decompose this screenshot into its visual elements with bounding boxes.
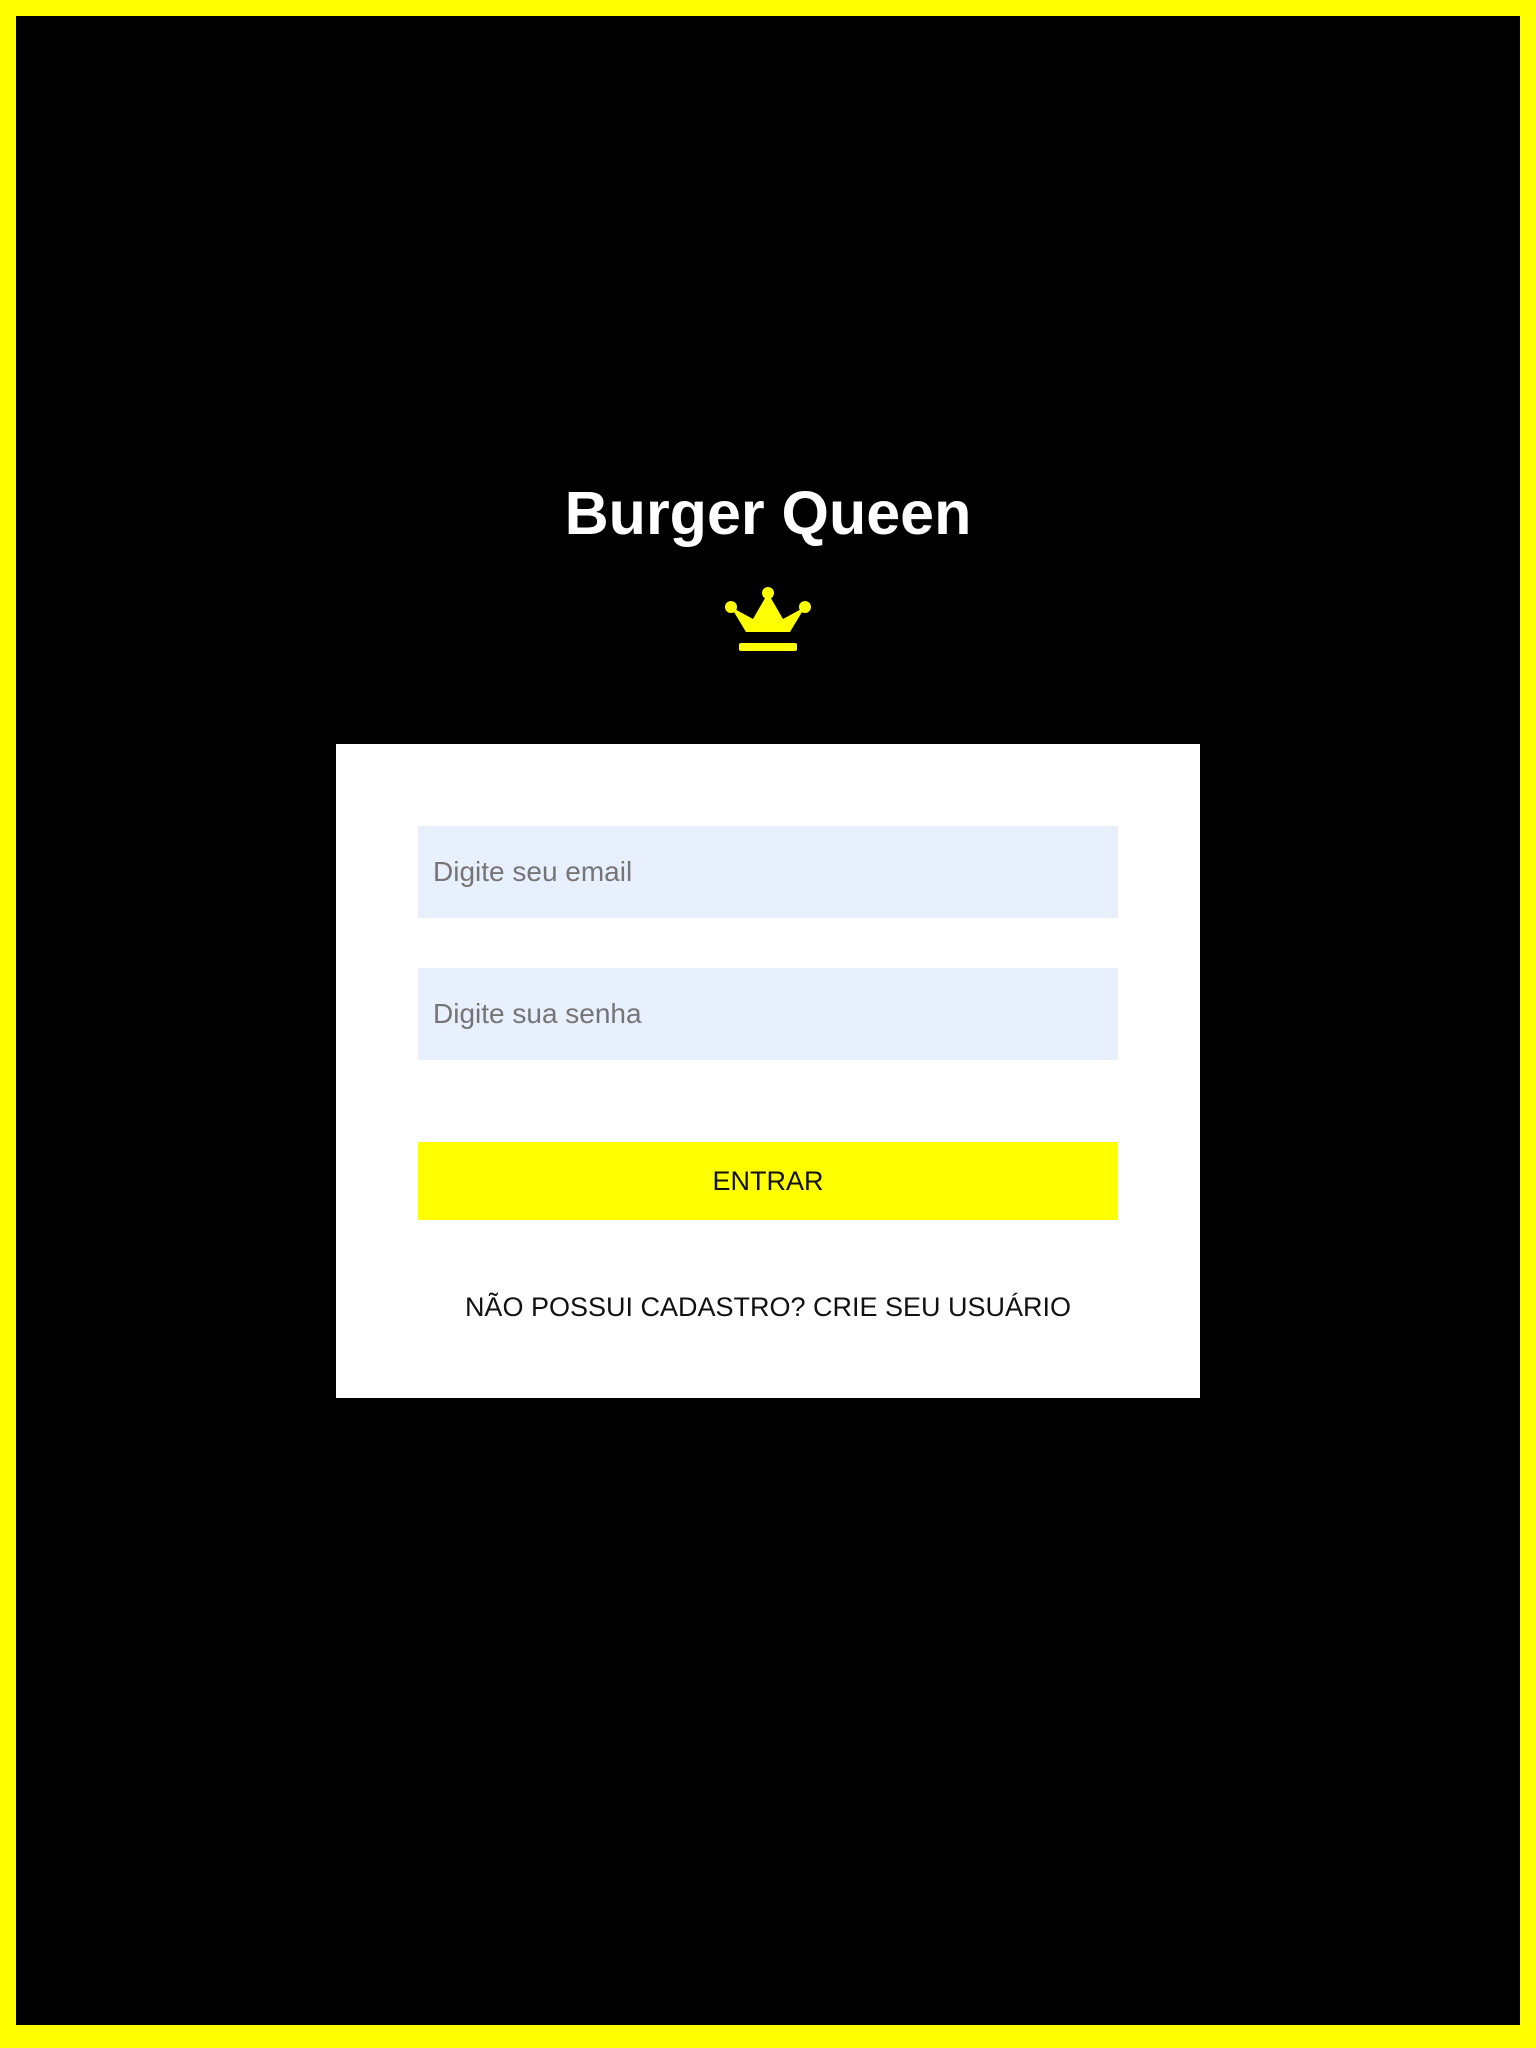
email-field[interactable] bbox=[418, 826, 1118, 918]
signup-link[interactable]: NÃO POSSUI CADASTRO? CRIE SEU USUÁRIO bbox=[0, 1289, 1536, 1325]
password-field[interactable] bbox=[418, 968, 1118, 1060]
enter-button[interactable]: ENTRAR bbox=[418, 1142, 1118, 1220]
app-title: Burger Queen bbox=[564, 479, 972, 547]
crown-icon bbox=[725, 587, 811, 651]
